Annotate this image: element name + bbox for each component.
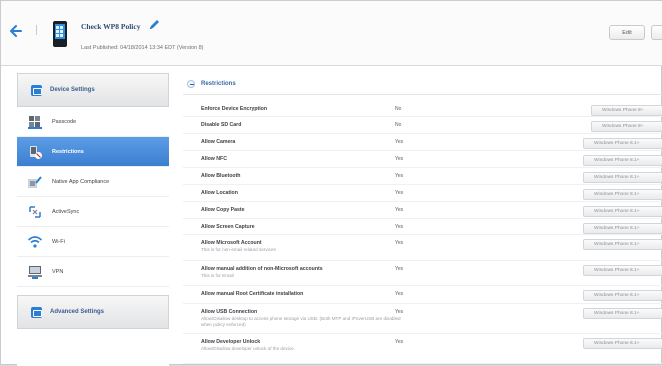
keypad-icon: [28, 116, 42, 129]
restriction-value: Yes: [395, 173, 404, 179]
restriction-row: Allow Screen Capture Yes Windows Phone 8.1…: [183, 219, 662, 235]
edit-button[interactable]: Edit: [609, 25, 645, 40]
sidebar-item-activesync[interactable]: ActiveSync: [17, 197, 169, 227]
restriction-row: Allow Copy Paste Yes Windows Phone 8.1+: [183, 202, 662, 219]
section-title: Restrictions: [201, 80, 236, 87]
platform-version-badge: Windows Phone 8.1+: [583, 290, 662, 301]
platform-version-badge: Windows Phone 8.1+: [583, 265, 662, 276]
restriction-value: Yes: [395, 339, 404, 345]
restriction-row: Allow Camera Yes Windows Phone 8.1+: [183, 134, 662, 151]
header-divider: [36, 25, 37, 35]
wifi-icon: [27, 236, 43, 248]
platform-version-badge: Windows Phone 8.1+: [583, 155, 662, 166]
collapse-toggle-icon[interactable]: [187, 80, 195, 88]
device-settings-header[interactable]: Device Settings: [17, 73, 169, 107]
app-compliance-icon: [28, 176, 42, 188]
restriction-label: Allow Developer Unlock: [201, 339, 261, 345]
platform-version-badge: Windows Phone 8+: [591, 105, 662, 116]
platform-version-badge: Windows Phone 8.1+: [583, 338, 662, 349]
more-button[interactable]: [651, 25, 662, 40]
restriction-label: Allow manual Root Certificate installati…: [201, 291, 304, 297]
policy-header: Check WP8 Policy Last Published: 04/18/2…: [1, 1, 662, 66]
restriction-value: Yes: [395, 266, 404, 272]
device-settings-icon: [31, 85, 42, 96]
back-button[interactable]: [9, 24, 23, 38]
restrictions-section-header[interactable]: Restrictions: [183, 73, 662, 95]
platform-version-badge: Windows Phone 8+: [591, 121, 662, 132]
restriction-row: Allow Microsoft Account This is for non-e…: [183, 235, 662, 261]
restriction-value: Yes: [395, 291, 404, 297]
advanced-settings-header[interactable]: Advanced Settings: [17, 295, 169, 329]
arrow-left-icon: [10, 25, 22, 37]
restriction-value: Yes: [395, 190, 404, 196]
restriction-description: Allow/Disallow desktop to access phone s…: [201, 316, 401, 327]
sidebar-item-label: VPN: [52, 268, 64, 275]
restriction-icon: [30, 146, 42, 159]
restriction-value: Yes: [395, 224, 404, 230]
restriction-value: Yes: [395, 240, 404, 246]
restriction-label: Allow manual addition of non-Microsoft a…: [201, 266, 323, 272]
sidebar-item-label: Passcode: [52, 118, 77, 125]
sidebar-item-native-app-compliance[interactable]: Native App Compliance: [17, 167, 169, 197]
sync-icon: [29, 206, 41, 218]
platform-version-badge: Windows Phone 8.1+: [583, 308, 662, 319]
restriction-label: Allow Location: [201, 190, 238, 196]
restriction-row: Enforce Device Encryption No Windows Phone…: [183, 101, 662, 117]
restriction-row: Allow Developer Unlock Allow/Disallow dev…: [183, 334, 662, 364]
sidebar-item-label: Native App Compliance: [52, 178, 110, 185]
policy-title: Check WP8 Policy: [81, 22, 141, 31]
vpn-icon: [28, 266, 42, 279]
restriction-label: Enforce Device Encryption: [201, 106, 268, 112]
restriction-description: Allow/Disallow developer unlock of the d…: [201, 346, 295, 351]
last-published-text: Last Published: 04/18/2014 13:34 EDT (Ve…: [81, 45, 204, 51]
restriction-label: Allow USB Connection: [201, 309, 258, 315]
sidebar-item-restrictions[interactable]: Restrictions: [17, 137, 169, 167]
platform-version-badge: Windows Phone 8.1+: [583, 138, 662, 149]
restriction-label: Allow Camera: [201, 139, 236, 145]
restriction-row: Allow USB Connection Allow/Disallow deskt…: [183, 304, 662, 334]
sidebar-item-passcode[interactable]: Passcode: [17, 107, 169, 137]
restriction-description: This is for non-email related services: [201, 247, 276, 252]
restriction-label: Allow Microsoft Account: [201, 240, 262, 246]
device-settings-label: Device Settings: [50, 87, 95, 93]
restriction-row: Allow Location Yes Windows Phone 8.1+: [183, 185, 662, 202]
windows-phone-icon: [53, 21, 67, 47]
restriction-row: Allow NFC Yes Windows Phone 8.1+: [183, 151, 662, 168]
platform-version-badge: Windows Phone 8.1+: [583, 189, 662, 200]
restriction-label: Disable SD Card: [201, 122, 242, 128]
restrictions-panel: Restrictions Enforce Device Encryption No…: [183, 73, 662, 366]
sidebar-item-label: Restrictions: [52, 148, 84, 155]
platform-version-badge: Windows Phone 8.1+: [583, 206, 662, 217]
app-window: Check WP8 Policy Last Published: 04/18/2…: [0, 0, 662, 366]
sidebar-item-vpn[interactable]: VPN: [17, 257, 169, 287]
restriction-value: Yes: [395, 139, 404, 145]
restriction-value: No: [395, 122, 402, 128]
advanced-settings-icon: [31, 307, 42, 318]
restriction-label: Allow Screen Capture: [201, 224, 255, 230]
restriction-row: Allow manual Root Certificate installati…: [183, 286, 662, 304]
restriction-label: Allow NFC: [201, 156, 227, 162]
restriction-row: Disable SD Card No Windows Phone 8+: [183, 117, 662, 134]
settings-sidebar: Device Settings Passcode Restrictions Na…: [17, 73, 169, 366]
sidebar-item-label: Wi-Fi: [52, 238, 65, 245]
advanced-settings-label: Advanced Settings: [50, 309, 105, 315]
restriction-label: Allow Copy Paste: [201, 207, 245, 213]
restriction-row: Allow Bluetooth Yes Windows Phone 8.1+: [183, 168, 662, 185]
restriction-value: Yes: [395, 309, 404, 315]
platform-version-badge: Windows Phone 8.1+: [583, 172, 662, 183]
sidebar-item-wifi[interactable]: Wi-Fi: [17, 227, 169, 257]
platform-version-badge: Windows Phone 8.1+: [583, 223, 662, 234]
edit-pencil-icon[interactable]: [148, 19, 160, 31]
restriction-value: Yes: [395, 207, 404, 213]
platform-version-badge: Windows Phone 8.1+: [583, 239, 662, 250]
restriction-row: Allow manual addition of non-Microsoft a…: [183, 261, 662, 286]
restriction-value: Yes: [395, 156, 404, 162]
restriction-label: Allow Bluetooth: [201, 173, 241, 179]
restriction-value: No: [395, 106, 402, 112]
restriction-description: This is for Email: [201, 273, 234, 278]
sidebar-item-label: ActiveSync: [52, 208, 80, 215]
